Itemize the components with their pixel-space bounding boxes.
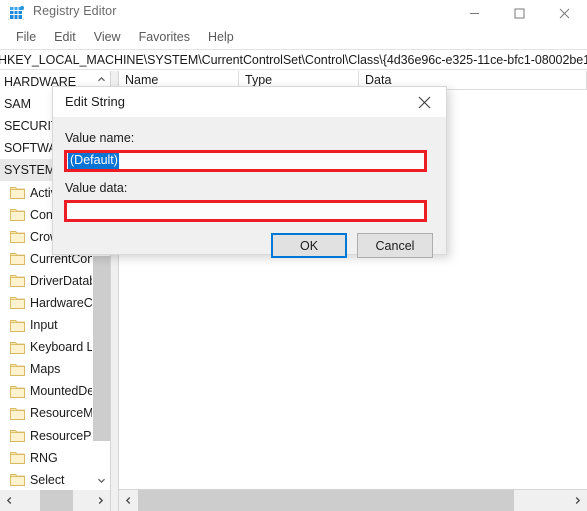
tree-item-label: Maps <box>30 362 61 377</box>
chevron-left-icon[interactable] <box>0 490 19 511</box>
maximize-button[interactable] <box>497 0 542 26</box>
tree-item-label: Input <box>30 318 58 333</box>
value-data-label: Value data: <box>65 181 128 195</box>
chevron-down-icon[interactable] <box>93 472 110 489</box>
menu-bar: File Edit View Favorites Help <box>0 26 587 49</box>
chevron-right-icon[interactable] <box>91 490 110 511</box>
folder-icon <box>10 252 25 266</box>
folder-icon <box>10 407 25 420</box>
folder-icon <box>10 341 25 354</box>
list-hscroll-thumb[interactable] <box>138 490 514 511</box>
folder-icon <box>10 473 25 487</box>
ok-button[interactable]: OK <box>271 233 347 258</box>
list-horizontal-scrollbar[interactable] <box>119 489 587 511</box>
cancel-button[interactable]: Cancel <box>357 233 433 258</box>
chevron-left-icon[interactable] <box>119 490 138 511</box>
window-title: Registry Editor <box>33 4 117 18</box>
value-name-label: Value name: <box>65 131 135 145</box>
folder-icon <box>10 296 25 310</box>
tree-hscroll-thumb[interactable] <box>40 490 73 511</box>
window-controls <box>452 0 587 26</box>
folder-icon <box>10 363 25 376</box>
registry-editor-window: Registry Editor File Edit View Favorites… <box>0 0 587 511</box>
address-bar[interactable]: HKEY_LOCAL_MACHINE\SYSTEM\CurrentControl… <box>0 49 587 70</box>
dialog-title: Edit String <box>65 94 125 109</box>
dialog-body: Value name: (Default) Value data: OK Can… <box>53 117 446 258</box>
close-button[interactable] <box>542 0 587 26</box>
tree-item-label: SYSTEM <box>4 163 56 178</box>
title-bar: Registry Editor <box>0 0 587 26</box>
tree-scroll-thumb[interactable] <box>93 256 110 441</box>
value-name-text: (Default) <box>68 153 119 169</box>
folder-icon <box>10 451 25 465</box>
menu-item-favorites[interactable]: Favorites <box>130 28 199 47</box>
value-name-input[interactable]: (Default) <box>64 150 427 172</box>
tree-item-label: SAM <box>4 97 31 112</box>
menu-item-help[interactable]: Help <box>199 28 243 47</box>
value-data-input[interactable] <box>64 200 427 222</box>
edit-string-dialog: Edit String Value name: (Default) Value … <box>52 86 447 258</box>
folder-icon <box>10 274 25 288</box>
tree-item-label: RNG <box>30 450 58 465</box>
dialog-title-bar: Edit String <box>53 87 446 117</box>
menu-item-view[interactable]: View <box>85 28 130 47</box>
folder-icon <box>10 208 25 222</box>
folder-icon <box>10 385 25 398</box>
minimize-button[interactable] <box>452 0 497 26</box>
tree-horizontal-scrollbar[interactable] <box>0 489 110 511</box>
registry-path: HKEY_LOCAL_MACHINE\SYSTEM\CurrentControl… <box>0 52 587 67</box>
folder-icon <box>10 319 25 332</box>
menu-item-file[interactable]: File <box>7 28 45 47</box>
tree-item-label: Select <box>30 472 65 487</box>
registry-icon <box>9 5 25 21</box>
chevron-right-icon[interactable] <box>568 490 587 511</box>
folder-icon <box>10 230 25 244</box>
folder-icon <box>10 186 25 199</box>
folder-icon <box>10 429 25 442</box>
menu-item-edit[interactable]: Edit <box>45 28 85 47</box>
close-icon[interactable] <box>402 87 446 117</box>
